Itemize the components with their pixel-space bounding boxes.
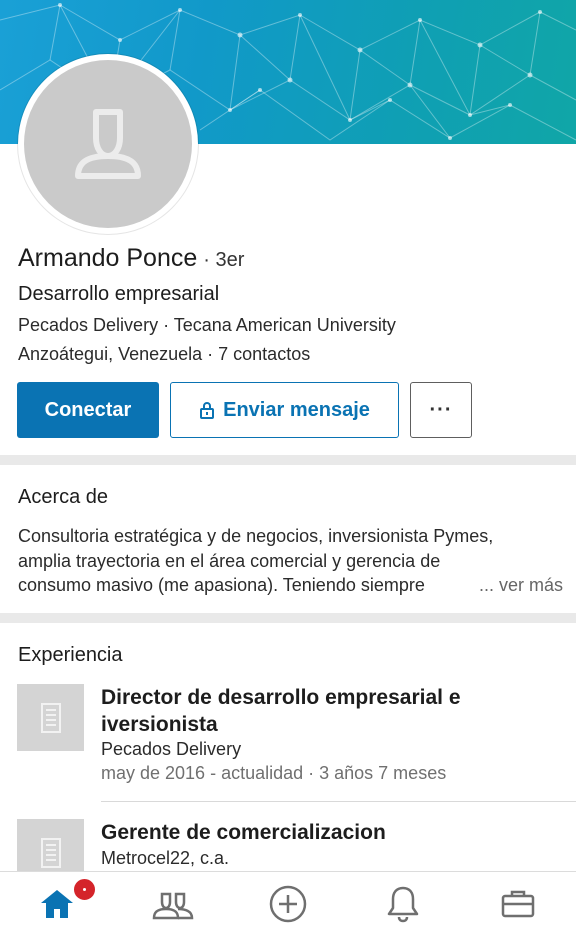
nav-post[interactable] (265, 884, 311, 924)
home-icon (41, 890, 73, 918)
about-line: Consultoria estratégica y de negocios, i… (18, 526, 494, 546)
send-message-button[interactable]: Enviar mensaje (170, 382, 399, 438)
building-icon (40, 702, 61, 733)
experience-title: Experiencia (18, 644, 123, 666)
home-badge (72, 877, 97, 902)
section-divider (0, 613, 576, 623)
connection-degree: · 3er (203, 249, 245, 271)
experience-title-text[interactable]: Gerente de comercializacion (101, 819, 541, 846)
company-logo-placeholder[interactable] (17, 684, 84, 751)
avatar[interactable] (18, 54, 198, 234)
experience-title-text[interactable]: Director de desarrollo empresarial e ive… (101, 684, 541, 738)
more-options-label: ··· (429, 398, 453, 421)
post-icon (269, 885, 307, 923)
about-title: Acerca de (18, 486, 109, 508)
about-line-truncated: consumo masivo (me apasiona). Teniendo s… (18, 573, 563, 598)
name-row: Armando Ponce · 3er (18, 244, 244, 273)
more-options-button[interactable]: ··· (410, 382, 472, 438)
list-separator (101, 801, 576, 802)
avatar-placeholder (24, 60, 192, 228)
section-divider (0, 455, 576, 465)
profile-page: Armando Ponce · 3er Desarrollo empresari… (0, 0, 576, 935)
profile-location[interactable]: Anzoátegui, Venezuela · 7 contactos (18, 344, 310, 365)
my-network-icon (152, 892, 194, 920)
connect-button-label: Conectar (44, 398, 132, 421)
profile-name: Armando Ponce (18, 244, 198, 272)
send-message-label: Enviar mensaje (223, 398, 370, 421)
jobs-icon (501, 890, 535, 918)
nav-jobs[interactable] (495, 884, 541, 924)
about-line: consumo masivo (me apasiona). Teniendo s… (18, 575, 425, 595)
experience-company: Metrocel22, c.a. (101, 848, 230, 868)
notifications-icon (387, 886, 419, 923)
nav-my-network[interactable] (150, 884, 196, 924)
connect-button[interactable]: Conectar (17, 382, 159, 438)
experience-dates: may de 2016 - actualidad · 3 años 7 mese… (101, 763, 447, 783)
person-placeholder-icon (75, 109, 141, 179)
nav-notifications[interactable] (380, 884, 426, 924)
profile-companies[interactable]: Pecados Delivery · Tecana American Unive… (18, 315, 396, 336)
about-text[interactable]: Consultoria estratégica y de negocios, i… (18, 524, 563, 598)
lock-icon (199, 401, 215, 419)
profile-headline: Desarrollo empresarial (18, 283, 220, 305)
about-line: amplia trayectoria en el área comercial … (18, 550, 441, 571)
building-icon (40, 837, 61, 868)
experience-company: Pecados Delivery (101, 739, 242, 759)
see-more-link[interactable]: ... ver más (448, 573, 563, 598)
